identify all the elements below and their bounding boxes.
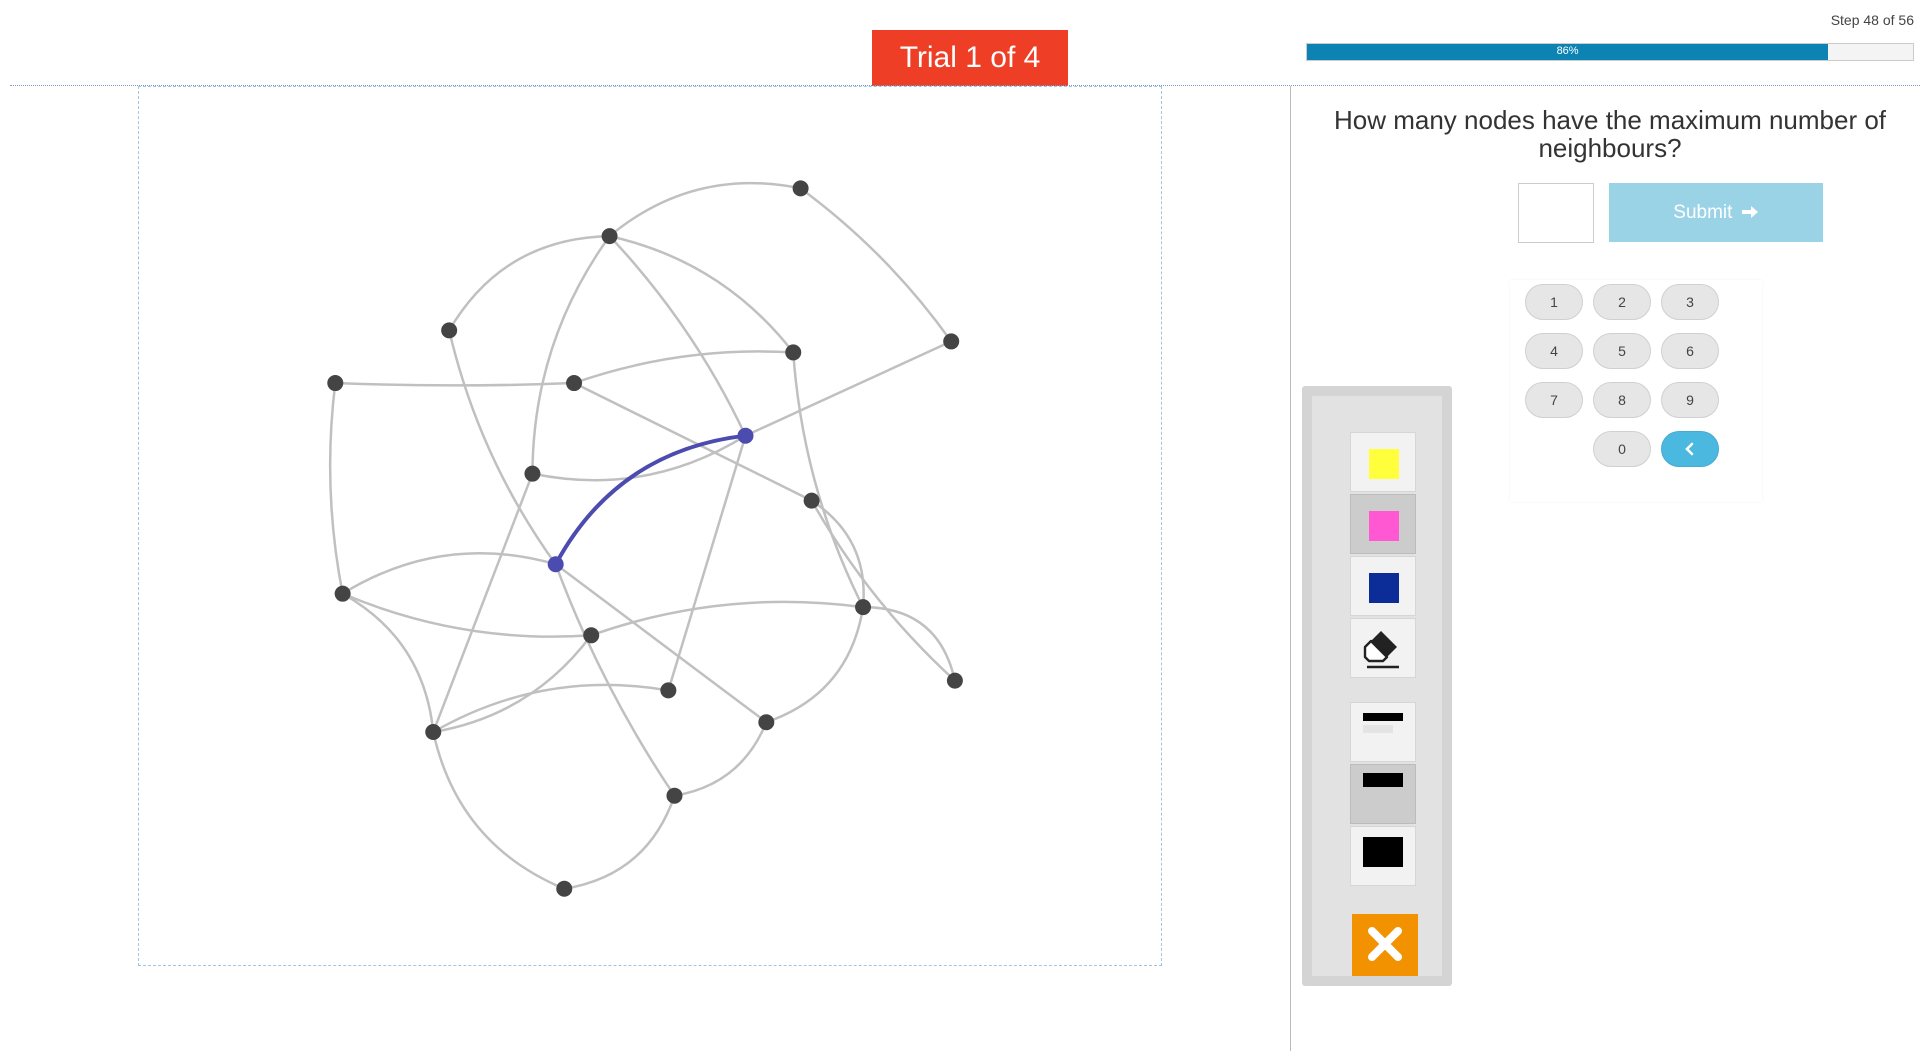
yellow-swatch [1369, 449, 1399, 479]
color-yellow-button[interactable] [1350, 432, 1416, 492]
answer-input[interactable] [1518, 183, 1594, 243]
graph-node-J[interactable] [803, 492, 820, 509]
progress-bar: 86% [1306, 43, 1914, 61]
graph-edge-L-N[interactable] [342, 592, 592, 638]
graph-edge-L-K[interactable] [341, 552, 557, 595]
graph-node-L[interactable] [334, 585, 351, 602]
drawing-toolbox [1302, 386, 1452, 986]
graph-edge-B-H[interactable] [608, 235, 747, 437]
keypad-key-7[interactable]: 7 [1525, 382, 1583, 418]
keypad-key-8[interactable]: 8 [1593, 382, 1651, 418]
thick-line-icon [1363, 837, 1403, 867]
blue-swatch [1369, 573, 1399, 603]
step-label: Step 48 of 56 [1830, 12, 1914, 28]
graph-edge-S-T[interactable] [564, 795, 676, 890]
progress-fill: 86% [1307, 44, 1829, 60]
graph-node-G[interactable] [566, 375, 583, 392]
toolbox-panel [1312, 396, 1442, 976]
graph-edge-K-S[interactable] [554, 563, 676, 797]
graph-edge-B-I[interactable] [531, 235, 611, 474]
graph-node-N[interactable] [583, 627, 600, 644]
submit-button[interactable]: Submit [1609, 183, 1823, 242]
graph-node-F[interactable] [327, 375, 344, 392]
color-pink-button[interactable] [1350, 494, 1416, 554]
progress-text: 86% [1556, 45, 1579, 57]
graph-node-T[interactable] [556, 880, 573, 897]
keypad-key-0[interactable]: 0 [1593, 431, 1651, 467]
line-width-thick-button[interactable] [1350, 826, 1416, 886]
graph-node-I[interactable] [524, 465, 541, 482]
close-toolbox-button[interactable] [1352, 914, 1418, 976]
question-text: How many nodes have the maximum number o… [1333, 105, 1887, 163]
keypad-key-9[interactable]: 9 [1661, 382, 1719, 418]
graph-node-E[interactable] [785, 344, 802, 361]
thin-line-shadow [1363, 725, 1393, 733]
arrow-right-icon [1741, 205, 1758, 218]
color-blue-button[interactable] [1350, 556, 1416, 616]
graph-edge-M-Q[interactable] [765, 606, 865, 724]
graph-edge-L-R[interactable] [342, 592, 435, 733]
graph-svg[interactable] [139, 87, 1163, 967]
keypad-key-2[interactable]: 2 [1593, 284, 1651, 320]
close-icon [1368, 926, 1402, 961]
graph-edge-Q-S[interactable] [674, 721, 768, 797]
keypad-backspace-button[interactable] [1661, 431, 1719, 467]
graph-canvas[interactable] [138, 86, 1162, 966]
graph-edge-I-R[interactable] [432, 473, 534, 733]
graph-edge-F-L[interactable] [328, 382, 344, 594]
graph-edge-N-M[interactable] [590, 600, 864, 637]
keypad-key-6[interactable]: 6 [1661, 333, 1719, 369]
graph-node-C[interactable] [441, 322, 458, 339]
graph-edge-G-E[interactable] [573, 350, 794, 385]
graph-node-R[interactable] [425, 724, 442, 741]
graph-edge-J-O[interactable] [810, 499, 956, 682]
graph-edge-H-D[interactable] [744, 340, 952, 437]
graph-edge-B-C[interactable] [448, 234, 610, 332]
graph-node-O[interactable] [946, 672, 963, 689]
graph-node-B[interactable] [601, 228, 618, 245]
eraser-icon [1363, 631, 1399, 669]
eraser-button[interactable] [1350, 618, 1416, 678]
chevron-left-icon [1685, 442, 1694, 456]
graph-node-A[interactable] [792, 180, 809, 197]
graph-edge-G-J[interactable] [573, 381, 813, 502]
keypad-key-5[interactable]: 5 [1593, 333, 1651, 369]
graph-node-K[interactable] [547, 556, 564, 573]
line-width-medium-button[interactable] [1350, 764, 1416, 824]
graph-edge-R-P[interactable] [432, 683, 669, 734]
graph-node-Q[interactable] [758, 714, 775, 731]
line-width-thin-button[interactable] [1350, 702, 1416, 762]
graph-edge-M-O[interactable] [863, 605, 957, 681]
graph-node-P[interactable] [660, 682, 677, 699]
keypad-key-3[interactable]: 3 [1661, 284, 1719, 320]
keypad-key-4[interactable]: 4 [1525, 333, 1583, 369]
graph-node-D[interactable] [943, 333, 960, 350]
graph-edge-C-K[interactable] [447, 330, 557, 566]
trial-banner: Trial 1 of 4 [872, 30, 1068, 86]
submit-label: Submit [1673, 201, 1733, 223]
graph-edge-B-A[interactable] [608, 181, 801, 238]
graph-node-H[interactable] [737, 427, 754, 444]
graph-edge-N-R[interactable] [433, 634, 593, 734]
graph-edge-B-E[interactable] [609, 234, 795, 354]
graph-edge-F-G[interactable] [335, 381, 575, 387]
graph-node-S[interactable] [666, 787, 683, 804]
keypad-key-1[interactable]: 1 [1525, 284, 1583, 320]
graph-edge-E-M[interactable] [792, 352, 865, 608]
medium-line-icon [1363, 773, 1403, 787]
graph-edge-R-T[interactable] [432, 731, 565, 890]
keypad: 1 2 3 4 5 6 7 8 9 0 [1510, 280, 1762, 502]
panel-divider [1290, 86, 1291, 1051]
graph-node-M[interactable] [855, 599, 872, 616]
graph-edge-A-D[interactable] [799, 187, 953, 343]
thin-line-icon [1363, 713, 1403, 721]
graph-edge-H-P[interactable] [667, 435, 747, 691]
pink-swatch [1369, 511, 1399, 541]
